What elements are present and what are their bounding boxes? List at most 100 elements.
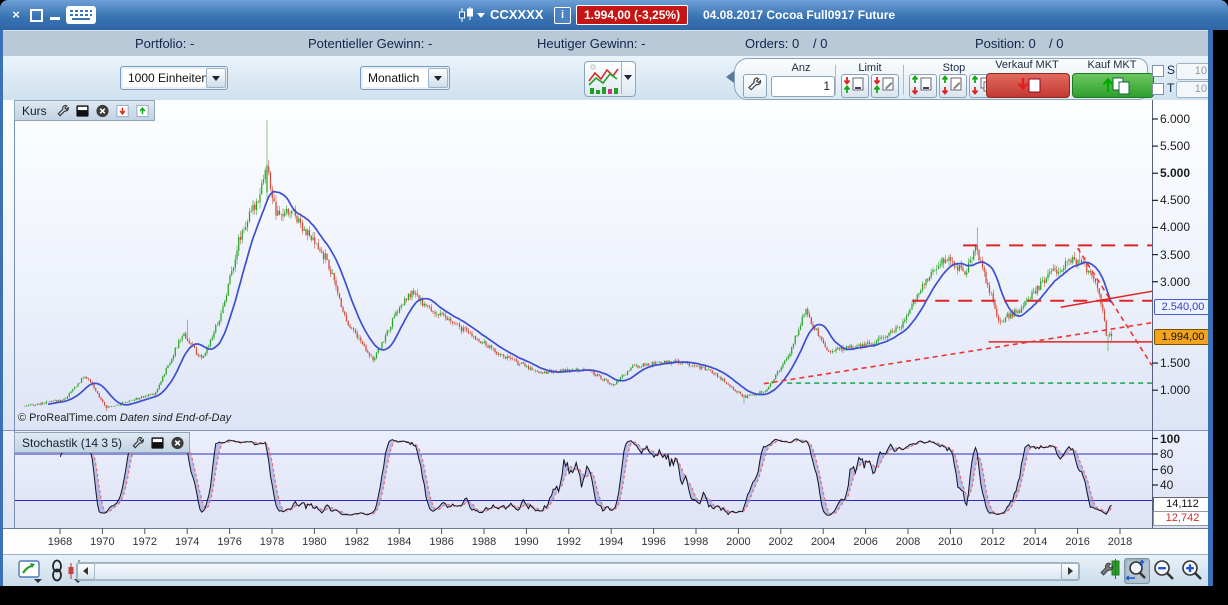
limit-label: Limit	[839, 62, 901, 74]
account-bar: Portfolio: - Potentieller Gewinn: - Heut…	[0, 30, 1213, 58]
stop-modify-button[interactable]	[939, 74, 967, 98]
instrument-title: 04.08.2017 Cocoa Full0917 Future	[703, 0, 895, 30]
year-tick-label: 1972	[126, 536, 164, 548]
zoom-selection-button[interactable]	[1124, 558, 1150, 584]
year-tick-label: 1976	[211, 536, 249, 548]
position-pending: / 0	[1049, 31, 1063, 57]
price-chart-area[interactable]	[0, 100, 1208, 430]
candlestick-icon	[455, 6, 485, 24]
year-tick-label: 2016	[1059, 536, 1097, 548]
price-tick-label: 3.000	[1160, 275, 1190, 289]
stochastic-panel-tab: Stochastik (14 3 5)	[14, 432, 190, 453]
move-panel-down-icon[interactable]	[115, 104, 130, 118]
last-price-marker: 1.994,00	[1154, 329, 1212, 345]
year-tick-label: 1970	[83, 536, 121, 548]
symbol-view-dropdown[interactable]	[455, 6, 485, 24]
stop-order-button[interactable]	[909, 74, 937, 98]
units-select[interactable]: 1000 Einheiten	[120, 66, 228, 90]
wrench-icon[interactable]	[130, 436, 145, 450]
price-tick-label: 3.500	[1160, 248, 1190, 262]
year-tick-label: 1988	[465, 536, 503, 548]
chain-link-icon	[48, 559, 66, 583]
application-window: × CCXXXX	[0, 0, 1228, 605]
chart-type-button[interactable]	[584, 61, 636, 97]
zoom-out-button[interactable]	[1152, 558, 1176, 582]
price-panel-tab: Kurs	[14, 100, 155, 121]
buy-market-button[interactable]	[1072, 73, 1154, 98]
price-tick-label: 5.000	[1160, 166, 1190, 180]
collapse-panel-arrow[interactable]	[726, 71, 734, 83]
year-tick-label: 1968	[41, 536, 79, 548]
timeframe-select-arrow[interactable]	[428, 68, 448, 88]
zoom-in-icon	[1180, 558, 1204, 582]
year-tick-label: 2006	[847, 536, 885, 548]
horizontal-scrollbar[interactable]	[76, 562, 1080, 581]
year-tick-label: 1984	[380, 536, 418, 548]
chart-type-dropdown[interactable]	[621, 62, 635, 94]
stoch-tick-label: 80	[1160, 447, 1173, 461]
year-tick-label: 1974	[168, 536, 206, 548]
close-icon[interactable]	[170, 436, 185, 450]
close-window-button[interactable]: ×	[8, 7, 24, 23]
zoom-selection-icon	[1125, 559, 1149, 583]
info-icon[interactable]: i	[554, 7, 571, 24]
scroll-right-button[interactable]	[1061, 563, 1079, 580]
year-tick-label: 2010	[931, 536, 969, 548]
anz-quantity-field[interactable]: 1	[771, 76, 835, 97]
order-settings-button[interactable]	[743, 74, 767, 98]
chart-options-button[interactable]	[1100, 559, 1122, 581]
year-tick-label: 2002	[762, 536, 800, 548]
position-status: Position: 0	[975, 31, 1036, 57]
limit-order-button[interactable]	[841, 74, 869, 98]
year-tick-label: 1992	[550, 536, 588, 548]
chevron-down-icon	[212, 76, 220, 81]
detach-window-icon[interactable]	[75, 104, 90, 118]
limit-modify-button[interactable]	[871, 74, 899, 98]
minimize-window-button[interactable]	[47, 7, 63, 23]
wrench-candle-icon	[1100, 559, 1122, 583]
sell-market-button[interactable]	[986, 73, 1070, 98]
stoch-tick-label: 100	[1160, 432, 1180, 446]
units-select-arrow[interactable]	[206, 68, 226, 88]
wrench-icon[interactable]	[55, 104, 70, 118]
year-tick-label: 1986	[423, 536, 461, 548]
share-chart-button[interactable]	[18, 559, 44, 581]
orders-pending: / 0	[813, 31, 827, 57]
close-icon[interactable]	[95, 104, 110, 118]
wrench-icon	[744, 75, 764, 95]
timeframe-select[interactable]: Monatlich	[360, 66, 450, 90]
year-tick-label: 1996	[635, 536, 673, 548]
year-tick-label: 1994	[592, 536, 630, 548]
zoom-in-button[interactable]	[1180, 558, 1204, 582]
move-panel-up-icon[interactable]	[135, 104, 150, 118]
link-windows-button[interactable]	[48, 559, 66, 581]
price-tick-label: 6.000	[1160, 112, 1190, 126]
year-tick-label: 2014	[1016, 536, 1054, 548]
take-profit-field[interactable]: 10	[1176, 81, 1211, 98]
year-tick-label: 1978	[253, 536, 291, 548]
scrollbar-thumb[interactable]	[94, 563, 1062, 580]
stop-loss-field[interactable]: 10	[1176, 63, 1211, 80]
stop-loss-label: S	[1167, 63, 1175, 77]
detach-window-icon[interactable]	[150, 436, 165, 450]
desktop-background	[1213, 30, 1228, 605]
stop-loss-checkbox[interactable]	[1152, 65, 1164, 77]
keyboard-button[interactable]	[66, 6, 96, 24]
take-profit-checkbox[interactable]	[1152, 83, 1164, 95]
year-tick-label: 2004	[804, 536, 842, 548]
title-bar: × CCXXXX	[0, 0, 1228, 30]
maximize-icon	[30, 9, 43, 22]
buy-market-label: Kauf MKT	[1072, 59, 1152, 71]
limit-order-icon	[842, 75, 866, 95]
sell-market-icon	[987, 74, 1069, 97]
limit-modify-icon	[872, 75, 896, 95]
year-tick-label: 1980	[295, 536, 333, 548]
maximize-window-button[interactable]	[28, 7, 44, 23]
stochastic-d-value: 12,742	[1153, 511, 1212, 526]
scroll-left-button[interactable]	[77, 563, 95, 580]
zoom-out-icon	[1152, 558, 1176, 582]
price-tick-label: 5.500	[1160, 139, 1190, 153]
price-tick-label: 1.000	[1160, 383, 1190, 397]
year-tick-label: 2008	[889, 536, 927, 548]
stop-order-icon	[910, 75, 934, 95]
